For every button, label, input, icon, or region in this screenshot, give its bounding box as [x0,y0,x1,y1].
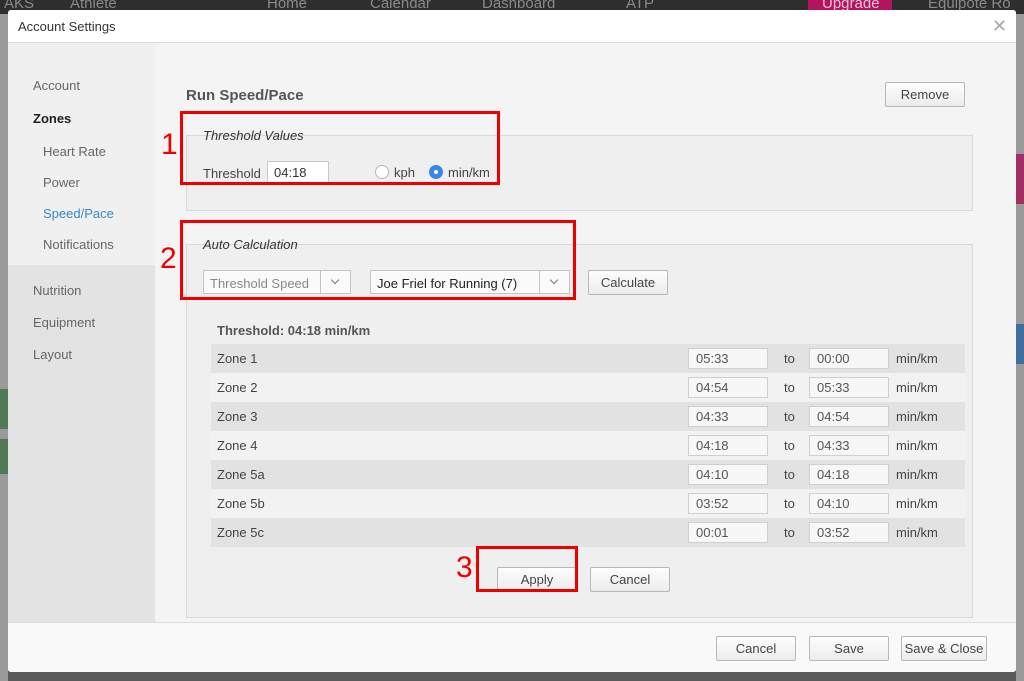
page-title: Run Speed/Pace [186,87,304,104]
zone-unit: min/km [896,467,938,482]
zone-name: Zone 5a [217,467,265,482]
zone-name: Zone 1 [217,351,258,366]
threshold-summary: Threshold: 04:18 min/km [217,323,371,338]
close-icon[interactable]: ✕ [992,16,1007,37]
sidebar-item-notifications[interactable]: Notifications [43,237,114,252]
annotation-box-1 [180,111,500,185]
bg-block [1016,324,1024,364]
zone-to-label: to [784,496,795,511]
zone-from-input[interactable]: 04:18 [688,435,768,456]
table-row: Zone 5c 00:01 to 03:52 min/km [211,518,965,547]
sidebar-item-account[interactable]: Account [33,78,80,93]
calculate-button[interactable]: Calculate [588,270,668,295]
zone-from-input[interactable]: 04:10 [688,464,768,485]
zone-to-input[interactable]: 05:33 [809,377,889,398]
dialog-titlebar: Account Settings ✕ [8,10,1016,43]
save-button[interactable]: Save [809,636,889,661]
zone-to-input[interactable]: 04:54 [809,406,889,427]
table-row: Zone 5b 03:52 to 04:10 min/km [211,489,965,518]
zone-to-label: to [784,380,795,395]
zone-unit: min/km [896,409,938,424]
annotation-box-3 [476,546,578,592]
cancel-calculation-button[interactable]: Cancel [590,567,670,592]
zone-name: Zone 4 [217,438,258,453]
zone-to-input[interactable]: 03:52 [809,522,889,543]
bg-block [0,389,8,429]
zone-name: Zone 3 [217,409,258,424]
zone-to-label: to [784,467,795,482]
annotation-number-1: 1 [161,128,178,161]
zone-to-label: to [784,438,795,453]
background-right-strip [1016,14,1024,681]
zone-from-input[interactable]: 05:33 [688,348,768,369]
sidebar-item-zones[interactable]: Zones [33,111,71,126]
dialog-footer: Cancel Save Save & Close [8,622,1016,672]
annotation-number-3: 3 [456,551,473,584]
zone-unit: min/km [896,496,938,511]
annotation-number-2: 2 [160,242,177,275]
table-row: Zone 4 04:18 to 04:33 min/km [211,431,965,460]
dialog-title: Account Settings [18,19,116,34]
zone-unit: min/km [896,525,938,540]
sidebar-item-heart-rate[interactable]: Heart Rate [43,144,106,159]
zone-name: Zone 5c [217,525,264,540]
zone-name: Zone 2 [217,380,258,395]
zone-to-input[interactable]: 04:10 [809,493,889,514]
remove-button[interactable]: Remove [885,82,965,107]
zone-to-input[interactable]: 04:33 [809,435,889,456]
footer-cancel-button[interactable]: Cancel [716,636,796,661]
table-row: Zone 5a 04:10 to 04:18 min/km [211,460,965,489]
bg-block [0,439,8,474]
settings-sidebar: Account Zones Heart Rate Power Speed/Pac… [8,43,155,622]
zone-unit: min/km [896,438,938,453]
sidebar-item-speed-pace[interactable]: Speed/Pace [43,206,114,221]
zone-unit: min/km [896,380,938,395]
sidebar-item-power[interactable]: Power [43,175,80,190]
zone-from-input[interactable]: 04:33 [688,406,768,427]
zone-to-input[interactable]: 04:18 [809,464,889,485]
zone-name: Zone 5b [217,496,265,511]
table-row: Zone 3 04:33 to 04:54 min/km [211,402,965,431]
zone-from-input[interactable]: 00:01 [688,522,768,543]
zone-from-input[interactable]: 04:54 [688,377,768,398]
zone-to-label: to [784,409,795,424]
save-close-button[interactable]: Save & Close [901,636,987,661]
zone-to-label: to [784,351,795,366]
zone-from-input[interactable]: 03:52 [688,493,768,514]
annotation-box-2 [180,220,576,300]
zone-to-label: to [784,525,795,540]
sidebar-item-equipment[interactable]: Equipment [33,315,95,330]
zone-unit: min/km [896,351,938,366]
table-row: Zone 1 05:33 to 00:00 min/km [211,344,965,373]
bg-block [1016,154,1024,204]
sidebar-item-layout[interactable]: Layout [33,347,72,362]
zone-to-input[interactable]: 00:00 [809,348,889,369]
table-row: Zone 2 04:54 to 05:33 min/km [211,373,965,402]
sidebar-item-nutrition[interactable]: Nutrition [33,283,81,298]
background-left-strip [0,14,8,681]
